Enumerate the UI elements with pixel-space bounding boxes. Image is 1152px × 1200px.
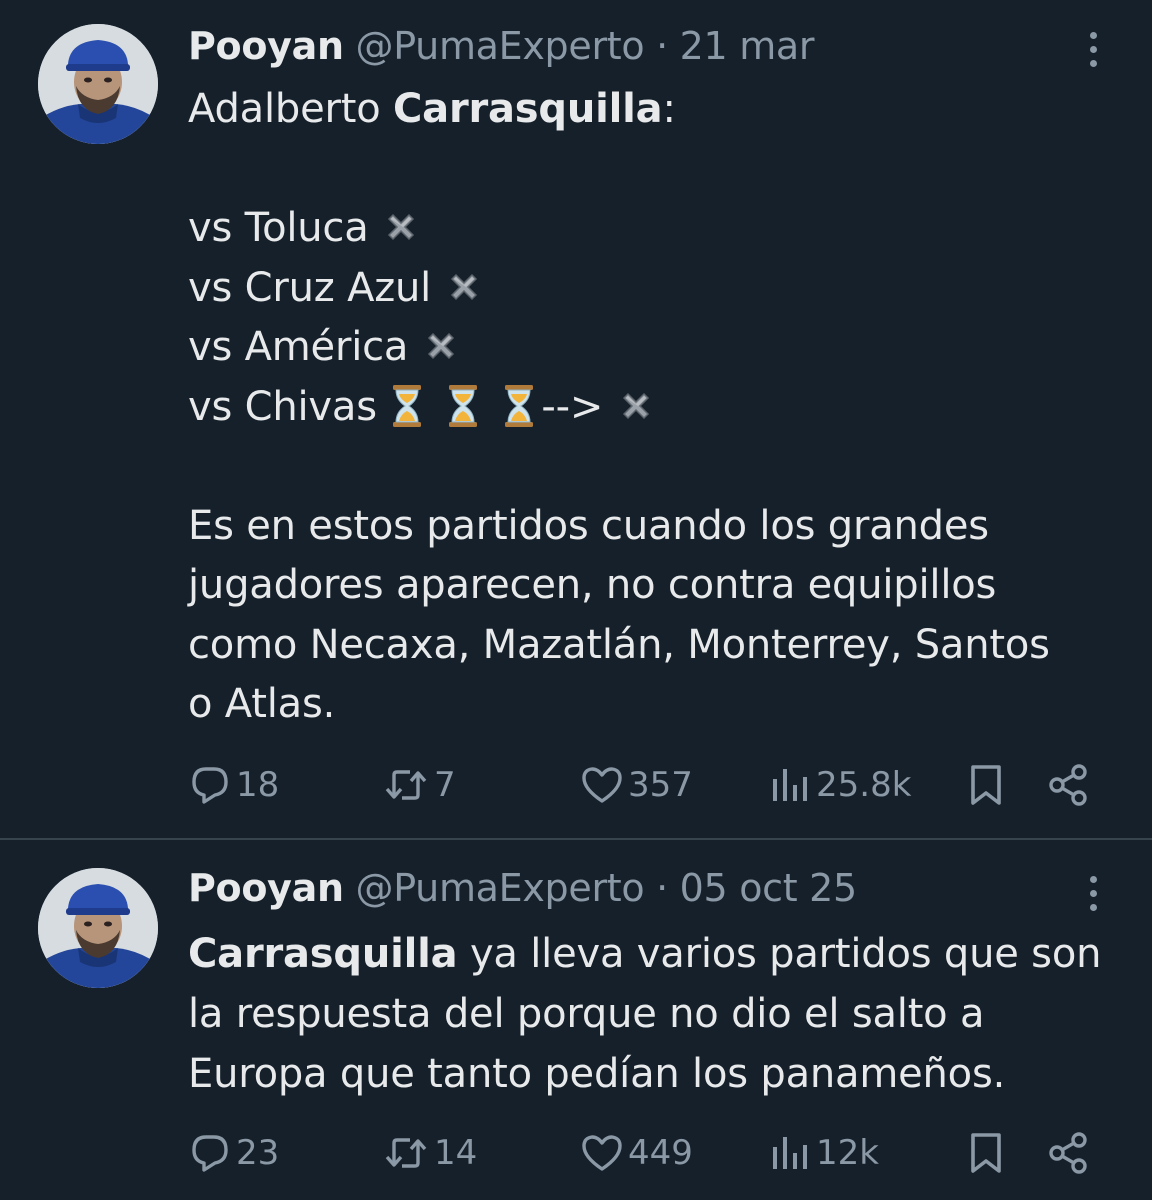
cross-mark-icon bbox=[444, 267, 484, 307]
tweet-header: Pooyan @PumaExperto · 21 mar bbox=[188, 22, 815, 70]
share-icon bbox=[1046, 763, 1090, 807]
cross-mark-icon bbox=[421, 326, 461, 366]
tweet-date[interactable]: 05 oct 25 bbox=[680, 866, 858, 910]
text-line: vs América bbox=[188, 324, 421, 370]
separator-dot: · bbox=[656, 866, 668, 910]
text-line: como Necaxa, Mazatlán, Monterrey, Santos bbox=[188, 621, 1050, 668]
share-button[interactable] bbox=[1046, 1128, 1090, 1178]
text-line: o Atlas. bbox=[188, 681, 336, 727]
views-icon bbox=[768, 1131, 812, 1175]
like-icon bbox=[580, 763, 624, 807]
like-icon bbox=[580, 1131, 624, 1175]
author-handle[interactable]: @PumaExperto bbox=[356, 866, 645, 910]
avatar[interactable] bbox=[38, 24, 158, 144]
avatar[interactable] bbox=[38, 868, 158, 988]
bookmark-icon bbox=[964, 1131, 1008, 1175]
tweet-text: Adalberto Carrasquilla: vs Toluca vs Cru… bbox=[188, 80, 1118, 735]
text-line: vs Cruz Azul bbox=[188, 264, 444, 311]
reply-count: 23 bbox=[236, 1133, 280, 1173]
like-button[interactable]: 357 bbox=[580, 760, 693, 810]
like-count: 357 bbox=[628, 765, 693, 805]
cross-mark-icon bbox=[616, 386, 656, 426]
views-count: 25.8k bbox=[816, 765, 912, 805]
views-count: 12k bbox=[816, 1133, 879, 1173]
avatar-image bbox=[38, 24, 158, 144]
action-bar: 23 14 449 12k bbox=[188, 1128, 1108, 1178]
avatar-image bbox=[38, 868, 158, 988]
repost-count: 14 bbox=[434, 1133, 478, 1173]
more-icon[interactable] bbox=[1086, 30, 1100, 70]
share-icon bbox=[1046, 1131, 1090, 1175]
text-line: Europa que tanto pedían los panameños. bbox=[188, 1051, 1006, 1097]
repost-icon bbox=[382, 763, 430, 807]
text-line: vs Chivas bbox=[188, 383, 390, 430]
views-button[interactable]: 25.8k bbox=[768, 760, 911, 810]
repost-button[interactable]: 7 bbox=[382, 760, 456, 810]
bookmark-button[interactable] bbox=[964, 1128, 1008, 1178]
tweet[interactable]: Pooyan @PumaExperto · 21 mar Adalberto C… bbox=[0, 0, 1152, 840]
like-button[interactable]: 449 bbox=[580, 1128, 693, 1178]
text-bold-name: Carrasquilla bbox=[393, 86, 663, 132]
tweet-header: Pooyan @PumaExperto · 05 oct 25 bbox=[188, 864, 857, 912]
action-bar: 18 7 357 25.8k bbox=[188, 760, 1108, 810]
cross-mark-icon bbox=[381, 207, 421, 247]
separator-dot: · bbox=[656, 24, 668, 68]
tweet-date[interactable]: 21 mar bbox=[680, 24, 815, 68]
more-icon[interactable] bbox=[1086, 874, 1100, 914]
reply-count: 18 bbox=[236, 765, 280, 805]
tweet-text: Carrasquilla ya lleva varios partidos qu… bbox=[188, 924, 1118, 1104]
text-line: jugadores aparecen, no contra equipillos bbox=[188, 562, 997, 608]
hourglass-icon bbox=[501, 384, 537, 428]
text-line: vs Toluca bbox=[188, 205, 382, 251]
like-count: 449 bbox=[628, 1133, 693, 1173]
text-segment: Adalberto bbox=[188, 86, 393, 132]
text-line: la respuesta del porque no dio el salto … bbox=[188, 991, 985, 1037]
share-button[interactable] bbox=[1046, 760, 1090, 810]
text-line: Es en estos partidos cuando los grandes bbox=[188, 502, 989, 549]
bookmark-button[interactable] bbox=[964, 760, 1008, 810]
repost-count: 7 bbox=[434, 765, 456, 805]
repost-icon bbox=[382, 1131, 430, 1175]
text-bold-name: Carrasquilla bbox=[188, 931, 458, 977]
reply-button[interactable]: 23 bbox=[188, 1128, 279, 1178]
repost-button[interactable]: 14 bbox=[382, 1128, 477, 1178]
reply-button[interactable]: 18 bbox=[188, 760, 279, 810]
text-segment: ya lleva varios partidos que son bbox=[457, 931, 1102, 977]
author-name[interactable]: Pooyan bbox=[188, 866, 344, 910]
text-segment: : bbox=[662, 86, 676, 132]
views-button[interactable]: 12k bbox=[768, 1128, 879, 1178]
hourglass-icon bbox=[389, 384, 425, 428]
tweet[interactable]: Pooyan @PumaExperto · 05 oct 25 Carrasqu… bbox=[0, 840, 1152, 1200]
hourglass-icon bbox=[445, 384, 481, 428]
arrow-text: --> bbox=[541, 383, 616, 430]
views-icon bbox=[768, 763, 812, 807]
reply-icon bbox=[188, 763, 232, 807]
reply-icon bbox=[188, 1131, 232, 1175]
author-name[interactable]: Pooyan bbox=[188, 24, 344, 68]
bookmark-icon bbox=[964, 763, 1008, 807]
author-handle[interactable]: @PumaExperto bbox=[356, 24, 645, 68]
